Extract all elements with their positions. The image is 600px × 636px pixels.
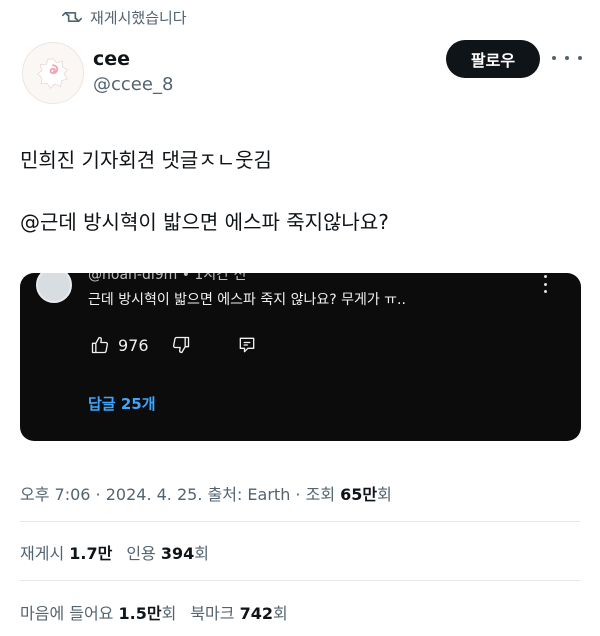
- likes-label: 마음에 들어요: [20, 604, 119, 623]
- thumbs-up-icon: [91, 336, 109, 354]
- tweet-date[interactable]: 2024. 4. 25.: [106, 485, 203, 504]
- likes-stat[interactable]: 마음에 들어요 1.5만회: [20, 604, 176, 623]
- more-options-icon[interactable]: [552, 48, 582, 68]
- author-handle[interactable]: @ccee_8: [93, 74, 173, 95]
- engagement-row-1: 재게시 1.7만 인용 394회: [20, 540, 209, 564]
- bookmarks-unit: 회: [272, 604, 288, 623]
- bookmarks-label: 북마크: [190, 604, 240, 623]
- tweet-source: 출처: Earth: [202, 485, 291, 504]
- quotes-stat[interactable]: 인용 394회: [126, 544, 209, 563]
- likes-unit: 회: [161, 604, 177, 623]
- commenter-meta-text: @noah-di9m • 1시간 전: [88, 273, 247, 283]
- narutomaki-avatar-icon: [37, 58, 69, 89]
- reposts-label: 재게시: [20, 544, 70, 563]
- repost-banner: 재게시했습니다: [62, 6, 187, 28]
- tweet-text-line-1: 민희진 기자회견 댓글ㅈㄴ웃김: [20, 148, 272, 172]
- comment-text: 근데 방시혁이 밟으면 에스파 죽지 않나요? 무게가 ㅠ..: [88, 292, 406, 308]
- views-unit: 회: [377, 485, 392, 504]
- tweet-media-image[interactable]: @noah-di9m • 1시간 전 근데 방시혁이 밟으면 에스파 죽지 않나…: [20, 273, 581, 441]
- reply-comment-icon: [239, 337, 254, 353]
- divider: [20, 580, 580, 581]
- reposts-count: 1.7만: [69, 544, 113, 563]
- reposts-stat[interactable]: 재게시 1.7만: [20, 544, 112, 563]
- repost-icon: [62, 12, 82, 22]
- tweet-text-line-2: @근데 방시혁이 밟으면 에스파 죽지않나요?: [20, 210, 389, 234]
- thumbs-down-icon: [172, 336, 189, 354]
- author-name[interactable]: cee: [93, 48, 130, 70]
- comment-actions: 976: [90, 333, 257, 357]
- quotes-count: 394: [160, 544, 195, 563]
- commenter-avatar: [36, 273, 72, 303]
- meta-separator: ·: [290, 485, 306, 504]
- like-count: 976: [118, 335, 149, 355]
- avatar[interactable]: [22, 42, 84, 104]
- comment-kebab-icon: [541, 275, 549, 293]
- follow-button[interactable]: 팔로우: [446, 40, 540, 78]
- engagement-row-2: 마음에 들어요 1.5만회 북마크 742회: [20, 600, 288, 624]
- bookmarks-count: 742: [239, 604, 273, 623]
- likes-count: 1.5만: [118, 604, 162, 623]
- views-count: 65만: [340, 485, 378, 504]
- bookmarks-stat[interactable]: 북마크 742회: [190, 604, 287, 623]
- quotes-label: 인용: [126, 544, 161, 563]
- tweet-time[interactable]: 오후 7:06: [20, 485, 90, 504]
- repost-banner-text: 재게시했습니다: [90, 8, 187, 27]
- replies-link: 답글 25개: [88, 395, 156, 413]
- quotes-unit: 회: [194, 544, 209, 563]
- divider: [20, 521, 580, 522]
- tweet-meta: 오후 7:06 · 2024. 4. 25. 출처: Earth · 조회 65…: [20, 481, 392, 505]
- meta-separator: ·: [90, 485, 106, 504]
- views-label: 조회: [305, 485, 341, 504]
